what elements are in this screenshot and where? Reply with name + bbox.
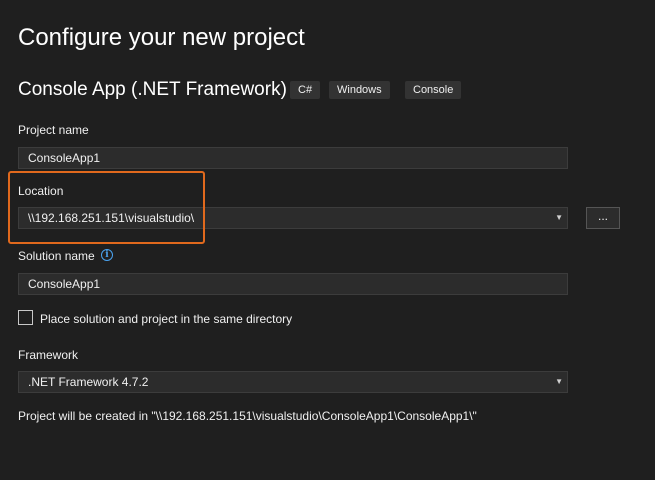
solution-name-label: Solution name (18, 249, 95, 263)
project-name-value: ConsoleApp1 (28, 151, 101, 165)
creation-path-note: Project will be created in "\\192.168.25… (18, 409, 477, 423)
same-directory-checkbox[interactable] (18, 310, 33, 325)
tag-csharp: C# (290, 81, 321, 99)
tag-console: Console (405, 81, 462, 99)
project-name-input[interactable]: ConsoleApp1 (18, 147, 568, 169)
highlight-annotation (8, 171, 205, 244)
project-name-label: Project name (18, 123, 89, 137)
same-directory-label[interactable]: Place solution and project in the same d… (40, 312, 292, 326)
chevron-down-icon[interactable]: ▼ (555, 208, 563, 228)
solution-name-input[interactable]: ConsoleApp1 (18, 273, 568, 295)
chevron-down-icon[interactable]: ▼ (555, 372, 563, 392)
page-title: Configure your new project (18, 24, 305, 51)
framework-value: .NET Framework 4.7.2 (28, 375, 149, 389)
info-icon[interactable]: i (101, 249, 113, 261)
framework-combobox[interactable]: .NET Framework 4.7.2 ▼ (18, 371, 568, 393)
template-name: Console App (.NET Framework) (18, 79, 287, 100)
solution-name-value: ConsoleApp1 (28, 277, 101, 291)
framework-label: Framework (18, 348, 79, 362)
browse-button[interactable]: ... (586, 207, 620, 229)
tag-windows: Windows (329, 81, 390, 99)
